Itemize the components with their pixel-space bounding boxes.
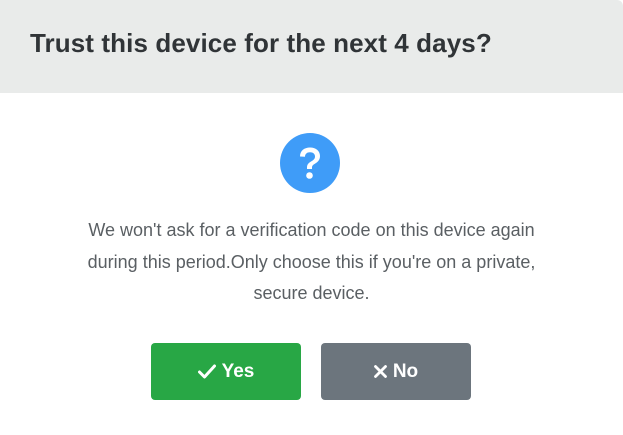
message-line: during this period.Only choose this if y… <box>87 251 536 272</box>
no-button[interactable]: No <box>321 343 471 400</box>
message-line: secure device. <box>253 283 370 303</box>
close-icon <box>373 365 387 378</box>
dialog-title: Trust this device for the next 4 days? <box>30 28 492 58</box>
no-button-label: No <box>392 360 419 382</box>
check-icon <box>197 364 216 379</box>
question-circle-icon <box>280 133 340 193</box>
yes-button-label: Yes <box>221 360 255 382</box>
dialog-header: Trust this device for the next 4 days? <box>0 0 623 93</box>
dialog-message: We won't ask for a verification code on … <box>40 215 583 310</box>
yes-button[interactable]: Yes <box>151 343 301 400</box>
trust-device-dialog: Trust this device for the next 4 days? W… <box>0 0 623 435</box>
message-line: We won't ask for a verification code on … <box>88 220 535 240</box>
